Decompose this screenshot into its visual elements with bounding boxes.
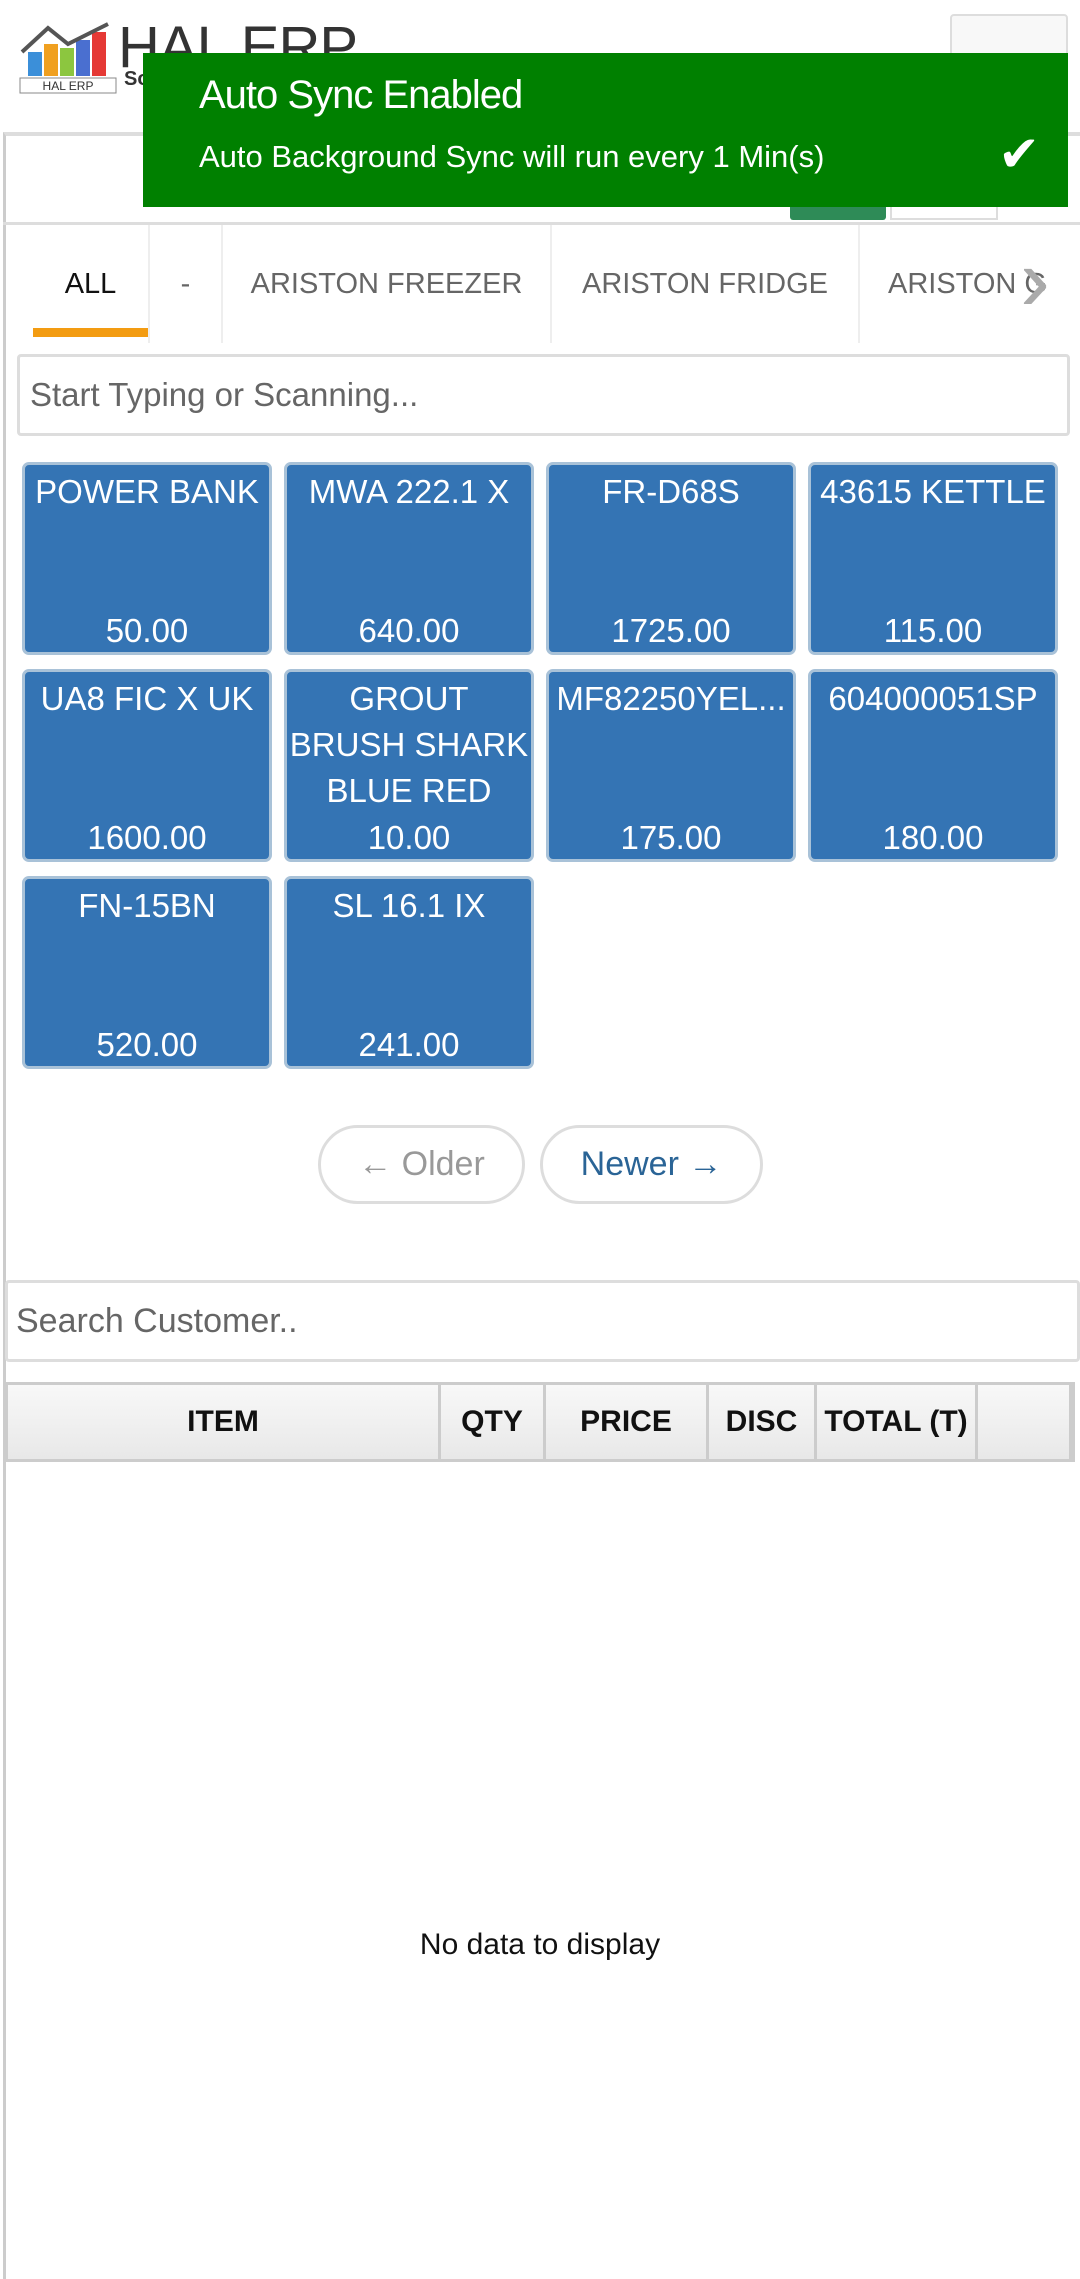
customer-search-input[interactable] bbox=[5, 1280, 1080, 1362]
product-price: 241.00 bbox=[358, 1026, 460, 1063]
product-price: 10.00 bbox=[367, 819, 451, 856]
product-tile[interactable]: UA8 FIC X UK 1600.00 bbox=[22, 669, 272, 862]
product-name: MWA 222.1 X bbox=[308, 473, 510, 510]
tab-label: ARISTON FRIDGE bbox=[582, 267, 828, 300]
product-tile[interactable]: 43615 KETTLE 115.00 bbox=[808, 462, 1058, 655]
tab-label: ARISTON FREEZER bbox=[250, 267, 523, 300]
svg-text:HAL ERP: HAL ERP bbox=[43, 79, 94, 93]
tab-dash[interactable]: - bbox=[150, 225, 223, 343]
tab-ariston-freezer[interactable]: ARISTON FREEZER bbox=[223, 225, 552, 343]
tab-all[interactable]: ALL bbox=[3, 225, 150, 343]
sync-toast[interactable]: Auto Sync Enabled Auto Background Sync w… bbox=[143, 53, 1068, 207]
product-price: 1725.00 bbox=[611, 612, 731, 649]
toast-message: Auto Background Sync will run every 1 Mi… bbox=[199, 139, 825, 174]
tab-label: ALL bbox=[64, 267, 117, 300]
product-price: 50.00 bbox=[105, 612, 189, 649]
product-name: 604000051SP bbox=[828, 680, 1038, 717]
col-total: TOTAL (T) bbox=[817, 1385, 978, 1459]
check-icon: ✔ bbox=[998, 126, 1040, 182]
product-name: GROUT BRUSH SHARK BLUE RED bbox=[289, 680, 529, 809]
category-tabs: ALL - ARISTON FREEZER ARISTON FRIDGE ARI… bbox=[3, 222, 1080, 343]
product-tile[interactable]: MWA 222.1 X 640.00 bbox=[284, 462, 534, 655]
product-tile[interactable]: FN-15BN 520.00 bbox=[22, 876, 272, 1069]
empty-table-message: No data to display bbox=[419, 1928, 661, 1961]
tab-ariston-fridge[interactable]: ARISTON FRIDGE bbox=[552, 225, 860, 343]
logo-chart-icon: HAL ERP bbox=[19, 22, 117, 94]
newer-label: Newer → bbox=[580, 1145, 723, 1183]
product-name: FN-15BN bbox=[78, 887, 216, 924]
product-name: UA8 FIC X UK bbox=[40, 680, 254, 717]
col-actions bbox=[978, 1385, 1072, 1459]
product-search-input[interactable] bbox=[17, 354, 1070, 436]
product-name: SL 16.1 IX bbox=[332, 887, 486, 924]
product-tile[interactable]: SL 16.1 IX 241.00 bbox=[284, 876, 534, 1069]
older-label: ← Older bbox=[358, 1145, 485, 1183]
product-tile[interactable]: GROUT BRUSH SHARK BLUE RED 10.00 bbox=[284, 669, 534, 862]
product-name: MF82250YEL... bbox=[556, 680, 786, 717]
product-tile[interactable]: 604000051SP 180.00 bbox=[808, 669, 1058, 862]
product-name: FR-D68S bbox=[602, 473, 740, 510]
product-tile[interactable]: FR-D68S 1725.00 bbox=[546, 462, 796, 655]
product-tile[interactable]: MF82250YEL... 175.00 bbox=[546, 669, 796, 862]
product-price: 640.00 bbox=[358, 612, 460, 649]
col-qty: QTY bbox=[441, 1385, 546, 1459]
chevron-right-icon[interactable]: › bbox=[1020, 235, 1050, 325]
newer-button[interactable]: Newer → bbox=[540, 1125, 763, 1204]
older-button[interactable]: ← Older bbox=[318, 1125, 525, 1204]
product-price: 1600.00 bbox=[87, 819, 207, 856]
product-name: 43615 KETTLE bbox=[820, 473, 1046, 510]
col-item: ITEM bbox=[8, 1385, 441, 1459]
product-tile[interactable]: POWER BANK 50.00 bbox=[22, 462, 272, 655]
product-name: POWER BANK bbox=[35, 473, 259, 510]
tab-label: - bbox=[180, 267, 191, 300]
toast-title: Auto Sync Enabled bbox=[199, 73, 523, 117]
cart-table-header: ITEM QTY PRICE DISC TOTAL (T) bbox=[5, 1382, 1075, 1462]
col-price: PRICE bbox=[546, 1385, 709, 1459]
product-price: 180.00 bbox=[882, 819, 984, 856]
product-price: 175.00 bbox=[620, 819, 722, 856]
product-price: 520.00 bbox=[96, 1026, 198, 1063]
product-price: 115.00 bbox=[883, 612, 983, 649]
col-disc: DISC bbox=[709, 1385, 817, 1459]
